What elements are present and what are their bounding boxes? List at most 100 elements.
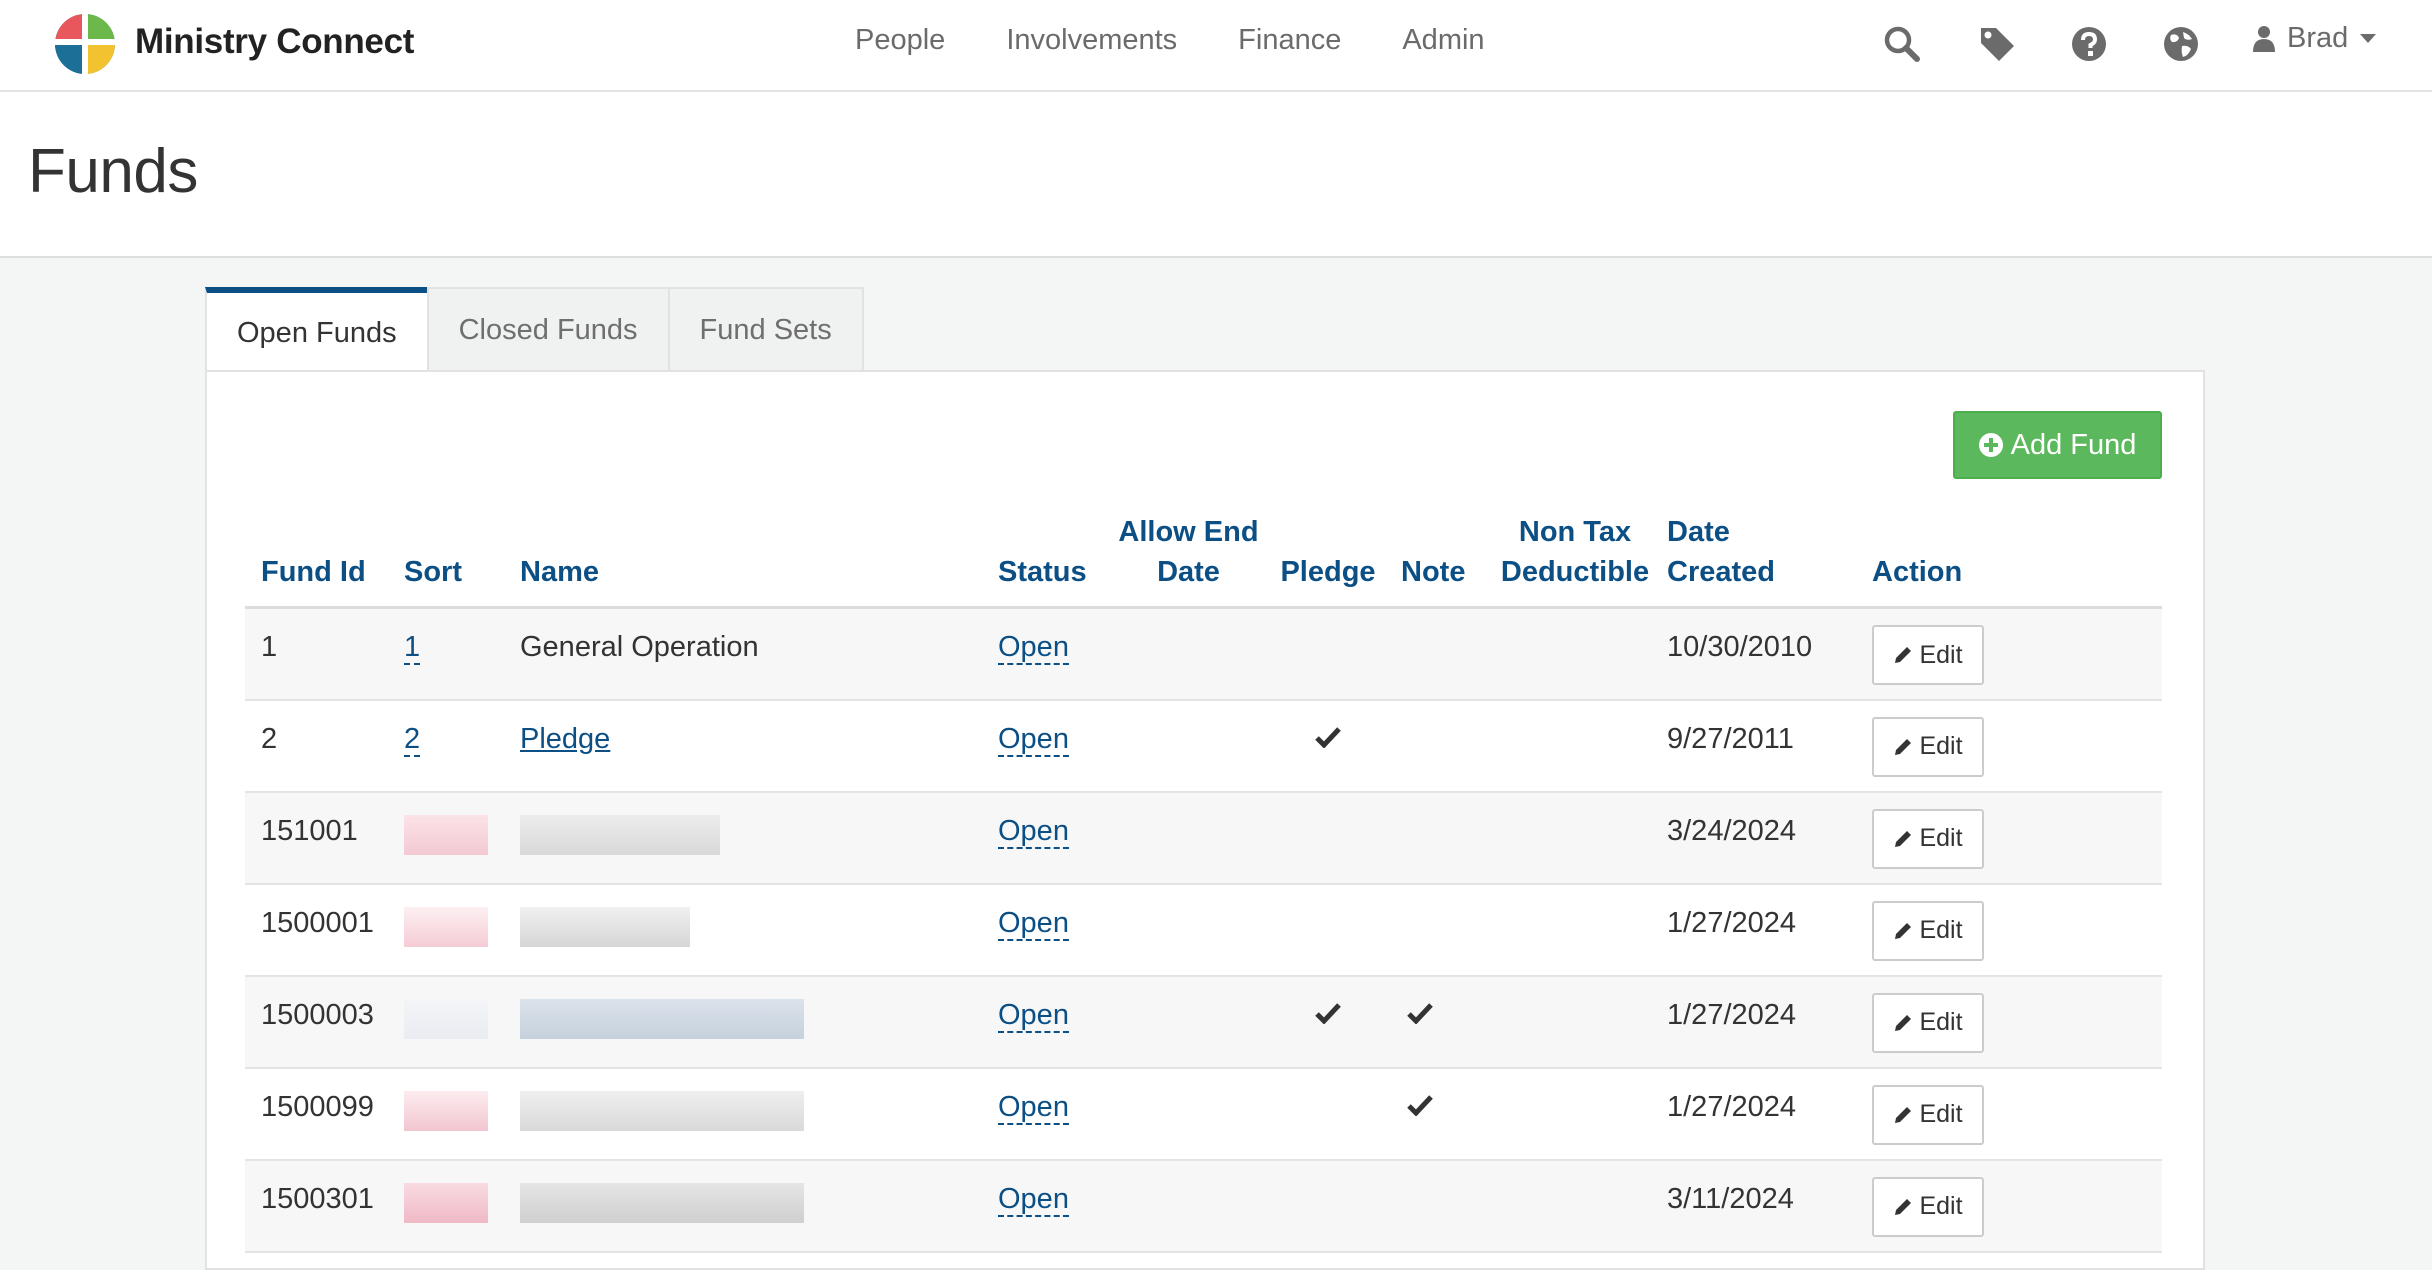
non-tax-cell xyxy=(1499,975,1651,1069)
fund-id-cell: 1500301 xyxy=(245,1159,388,1253)
edit-button[interactable]: Edit xyxy=(1872,992,1984,1053)
edit-button[interactable]: Edit xyxy=(1872,900,1984,961)
allow-end-date-cell xyxy=(1106,699,1271,793)
status-link[interactable]: Open xyxy=(998,1182,1069,1217)
add-fund-label: Add Fund xyxy=(2010,428,2137,461)
edit-label: Edit xyxy=(1919,732,1963,760)
user-menu[interactable]: Brad xyxy=(2253,22,2377,55)
edit-label: Edit xyxy=(1919,824,1963,852)
edit-label: Edit xyxy=(1919,1100,1963,1128)
allow-end-date-cell xyxy=(1106,791,1271,885)
name-cell xyxy=(504,1067,982,1161)
col-pledge[interactable]: Pledge xyxy=(1271,488,1385,609)
col-non-tax-deductible[interactable]: Non Tax Deductible xyxy=(1499,488,1651,609)
status-cell: Open xyxy=(982,607,1106,701)
pledge-cell xyxy=(1271,791,1385,885)
sort-link[interactable]: 1 xyxy=(404,631,421,665)
add-fund-button[interactable]: Add Fund xyxy=(1953,411,2162,479)
col-fund-id[interactable]: Fund Id xyxy=(245,488,388,609)
redacted-sort xyxy=(404,1090,488,1131)
status-link[interactable]: Open xyxy=(998,814,1069,849)
pencil-icon xyxy=(1895,1106,1912,1123)
fund-id-cell: 151001 xyxy=(245,791,388,885)
pencil-icon xyxy=(1895,738,1912,755)
nav-icon-group xyxy=(0,22,2432,70)
allow-end-date-cell xyxy=(1106,1067,1271,1161)
action-cell: Edit xyxy=(1856,607,2162,701)
edit-button[interactable]: Edit xyxy=(1872,808,1984,869)
name-cell xyxy=(504,791,982,885)
status-link[interactable]: Open xyxy=(998,1090,1069,1125)
date-created-cell: 1/27/2024 xyxy=(1651,975,1856,1069)
edit-button[interactable]: Edit xyxy=(1872,625,1984,685)
page-title: Funds xyxy=(28,137,198,206)
globe-icon[interactable] xyxy=(2161,24,2201,64)
user-name: Brad xyxy=(2287,22,2349,54)
edit-button[interactable]: Edit xyxy=(1872,1176,1984,1237)
funds-table: Fund Id Sort Name Status Allow End Date … xyxy=(245,488,2162,1253)
allow-end-date-cell xyxy=(1106,883,1271,977)
edit-button[interactable]: Edit xyxy=(1872,1084,1984,1145)
name-cell xyxy=(504,975,982,1069)
fund-name-link[interactable]: Pledge xyxy=(520,723,610,755)
non-tax-cell xyxy=(1499,883,1651,977)
sort-cell xyxy=(388,791,504,885)
col-date-created[interactable]: Date Created xyxy=(1651,488,1856,609)
non-tax-cell xyxy=(1499,699,1651,793)
date-created-cell: 1/27/2024 xyxy=(1651,1067,1856,1161)
fund-id-cell: 2 xyxy=(245,699,388,793)
col-sort[interactable]: Sort xyxy=(388,488,504,609)
fund-tabs: Open Funds Closed Funds Fund Sets xyxy=(205,287,864,373)
non-tax-cell xyxy=(1499,607,1651,701)
pledge-cell xyxy=(1271,607,1385,701)
redacted-sort xyxy=(404,998,488,1039)
redacted-name xyxy=(520,906,690,947)
note-cell xyxy=(1385,1067,1499,1161)
status-cell: Open xyxy=(982,1067,1106,1161)
table-row: 151001 Open 3/24/2024 Edit xyxy=(245,791,2162,885)
status-link[interactable]: Open xyxy=(998,722,1069,757)
action-cell: Edit xyxy=(1856,1067,2162,1161)
col-name[interactable]: Name xyxy=(504,488,982,609)
plus-circle-icon xyxy=(1978,433,2003,457)
sort-cell: 1 xyxy=(388,607,504,701)
action-cell: Edit xyxy=(1856,1159,2162,1253)
col-note[interactable]: Note xyxy=(1385,488,1499,609)
status-link[interactable]: Open xyxy=(998,906,1069,941)
col-non-tax-line2: Deductible xyxy=(1500,556,1650,588)
status-cell: Open xyxy=(982,975,1106,1069)
status-link[interactable]: Open xyxy=(998,998,1069,1033)
table-row: 1 1 General Operation Open 10/30/2010 Ed… xyxy=(245,607,2162,701)
col-allow-end-date[interactable]: Allow End Date xyxy=(1106,488,1271,609)
table-row: 1500099 Open 1/27/2024 Edit xyxy=(245,1067,2162,1161)
redacted-name xyxy=(520,1182,804,1223)
allow-end-date-cell xyxy=(1106,1159,1271,1253)
pledge-cell xyxy=(1271,1067,1385,1161)
table-row: 1500003 Open 1/27/2024 Edit xyxy=(245,975,2162,1069)
fund-id-cell: 1500001 xyxy=(245,883,388,977)
edit-button[interactable]: Edit xyxy=(1872,716,1984,777)
tab-open-funds[interactable]: Open Funds xyxy=(205,287,429,373)
table-row: 2 2 Pledge Open 9/27/2011 Edit xyxy=(245,699,2162,793)
date-created-cell: 3/11/2024 xyxy=(1651,1159,1856,1253)
non-tax-cell xyxy=(1499,791,1651,885)
edit-label: Edit xyxy=(1919,916,1963,944)
col-status[interactable]: Status xyxy=(982,488,1106,609)
tab-closed-funds[interactable]: Closed Funds xyxy=(426,287,670,371)
sort-link[interactable]: 2 xyxy=(404,722,421,757)
pledge-cell xyxy=(1271,699,1385,793)
date-created-cell: 1/27/2024 xyxy=(1651,883,1856,977)
status-link[interactable]: Open xyxy=(998,631,1069,665)
search-icon[interactable] xyxy=(1882,24,1922,64)
date-created-cell: 9/27/2011 xyxy=(1651,699,1856,793)
sort-cell xyxy=(388,975,504,1069)
status-cell: Open xyxy=(982,1159,1106,1253)
action-cell: Edit xyxy=(1856,791,2162,885)
help-icon[interactable] xyxy=(2069,24,2109,64)
fund-id-cell: 1500003 xyxy=(245,975,388,1069)
tag-icon[interactable] xyxy=(1977,24,2017,64)
tab-fund-sets[interactable]: Fund Sets xyxy=(667,287,864,371)
page-header: Funds xyxy=(0,92,2432,258)
note-cell xyxy=(1385,975,1499,1069)
edit-label: Edit xyxy=(1919,640,1963,669)
